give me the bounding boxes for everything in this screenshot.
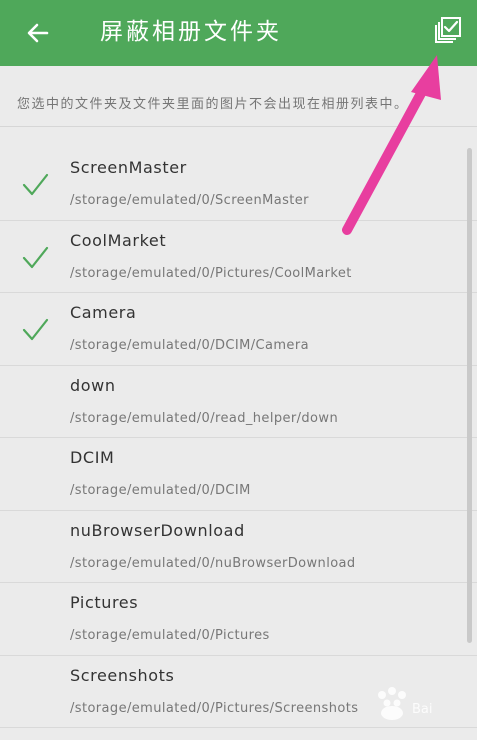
folder-name: Screenshots (70, 665, 175, 685)
arrow-left-icon (27, 23, 49, 43)
list-item[interactable]: down /storage/emulated/0/read_helper/dow… (0, 366, 477, 438)
divider (0, 126, 477, 127)
folder-name: ScreenMaster (70, 158, 187, 177)
app-bar: 屏蔽相册文件夹 (0, 0, 477, 66)
folder-path: /storage/emulated/0/read_helper/down (70, 410, 339, 426)
watermark-logo: Bai (378, 687, 433, 720)
back-button[interactable] (18, 13, 58, 53)
folder-path: /storage/emulated/0/DCIM/Camera (70, 338, 309, 353)
folder-path: /storage/emulated/0/Pictures (70, 628, 270, 643)
checkmark-icon (22, 173, 49, 196)
folder-path: /storage/emulated/0/ScreenMaster (70, 193, 309, 208)
folder-name: CoolMarket (70, 230, 167, 250)
list-item[interactable]: DCIM /storage/emulated/0/DCIM (0, 438, 477, 511)
svg-text:Bai: Bai (412, 702, 433, 717)
folder-name: nuBrowserDownload (70, 520, 245, 540)
folder-name: DCIM (70, 448, 115, 467)
folder-path: /storage/emulated/0/nuBrowserDownload (70, 555, 356, 571)
folder-name: down (70, 375, 116, 395)
hint-text: 您选中的文件夹及文件夹里面的图片不会出现在相册列表中。 (17, 97, 409, 112)
list-item[interactable]: Camera /storage/emulated/0/DCIM/Camera (0, 293, 477, 366)
folder-name: Camera (70, 303, 137, 322)
list-item[interactable]: Pictures /storage/emulated/0/Pictures (0, 583, 477, 656)
list-item[interactable]: nuBrowserDownload /storage/emulated/0/nu… (0, 511, 477, 583)
folder-path: /storage/emulated/0/DCIM (70, 483, 251, 498)
list-item[interactable]: CoolMarket /storage/emulated/0/Pictures/… (0, 221, 477, 293)
select-all-icon (435, 17, 461, 43)
checkmark-icon (22, 318, 49, 341)
checkmark-icon (22, 246, 49, 268)
list-item[interactable]: ScreenMaster /storage/emulated/0/ScreenM… (0, 148, 477, 221)
folder-name: Pictures (70, 593, 139, 612)
folder-path: /storage/emulated/0/Pictures/Screenshots (70, 700, 359, 716)
folder-path: /storage/emulated/0/Pictures/CoolMarket (70, 265, 352, 281)
scrollbar[interactable] (467, 148, 472, 643)
page-title: 屏蔽相册文件夹 (100, 19, 282, 45)
folder-list: ScreenMaster /storage/emulated/0/ScreenM… (0, 148, 477, 728)
select-all-button[interactable] (428, 10, 468, 50)
